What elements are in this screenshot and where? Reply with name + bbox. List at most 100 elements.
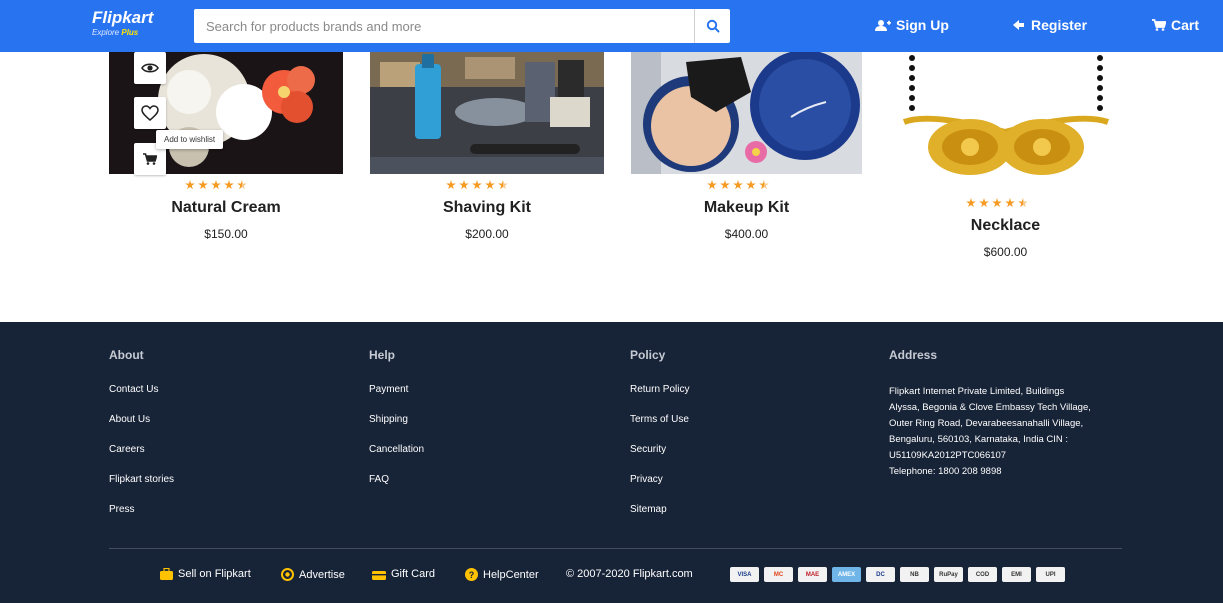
help-icon: ? [465,568,478,581]
star-icon [198,180,208,190]
payment-cod-icon: COD [968,567,997,582]
star-icon [472,180,482,190]
user-icon [875,20,891,31]
star-icon [720,180,730,190]
star-icon [459,180,469,190]
payment-emi-icon: EMI [1002,567,1031,582]
gift-card-link[interactable]: Gift Card [372,568,435,580]
star-icon [211,180,221,190]
payment-netbanking-icon: NB [900,567,929,582]
advertise-label: Advertise [299,568,345,581]
star-circle-icon [281,568,294,581]
footer-link[interactable]: Shipping [369,414,424,425]
gift-card-label: Gift Card [391,568,436,580]
footer-address-column: Address Flipkart Internet Private Limite… [889,348,1091,480]
footer-heading: About [109,348,144,362]
product-name[interactable]: Necklace [890,217,1121,235]
footer-link[interactable]: Sitemap [630,504,689,515]
product-name[interactable]: Shaving Kit [370,199,604,217]
product-price: $150.00 [204,227,248,241]
advertise-link[interactable]: Advertise [281,568,345,581]
footer-link[interactable]: Contact Us [109,384,174,395]
top-navbar: Flipkart Explore Plus Sign Up Register [0,0,1223,52]
payment-methods: VISA MC MAE AMEX DC NB RuPay COD EMI UPI [730,567,1065,582]
site-footer: About Contact Us About Us Careers Flipka… [0,322,1223,603]
sell-label: Sell on Flipkart [178,568,251,580]
footer-heading: Address [889,348,938,362]
footer-heading: Policy [630,348,666,362]
sell-on-flipkart-link[interactable]: Sell on Flipkart [160,568,251,580]
rating-stars [966,198,1028,208]
address-line: Telephone: 1800 208 9898 [889,466,1002,477]
shaving-kit-photo [370,52,604,174]
product-image-shaving-kit[interactable] [370,52,604,174]
product-image-makeup-kit[interactable] [631,52,862,174]
half-star-icon [759,180,769,190]
footer-link[interactable]: Press [109,504,174,515]
address-line: Alyssa, Begonia & Clove Embassy Tech Vil… [889,402,1091,413]
flipkart-logo[interactable]: Flipkart Explore Plus [92,8,154,38]
half-star-icon [498,180,508,190]
product-name[interactable]: Natural Cream [109,199,343,217]
star-icon [979,198,989,208]
footer-link[interactable]: Terms of Use [630,414,689,425]
heart-icon [141,105,159,121]
necklace-photo [890,52,1121,194]
footer-link[interactable]: Return Policy [630,384,689,395]
product-name[interactable]: Makeup Kit [631,199,862,217]
footer-heading: Help [369,348,396,362]
star-icon [1005,198,1015,208]
search-icon [706,19,719,33]
star-icon [485,180,495,190]
help-center-label: HelpCenter [483,568,539,581]
register-label: Register [1031,17,1088,33]
rating-stars [707,180,769,190]
footer-link[interactable]: Cancellation [369,444,424,455]
search-input[interactable] [194,9,694,43]
briefcase-icon [160,568,173,580]
payment-mastercard-icon: MC [764,567,793,582]
star-icon [446,180,456,190]
star-icon [224,180,234,190]
rating-stars [185,180,247,190]
search-bar [194,9,730,43]
payment-rupay-icon: RuPay [934,567,963,582]
footer-link[interactable]: About Us [109,414,174,425]
product-image-necklace[interactable] [890,52,1121,194]
star-icon [966,198,976,208]
quick-view-button[interactable] [134,52,166,84]
register-link[interactable]: Register [1013,17,1087,33]
gift-icon [372,571,386,580]
footer-link[interactable]: Careers [109,444,174,455]
help-center-link[interactable]: ? HelpCenter [465,568,539,581]
cart-icon [143,153,157,165]
search-button[interactable] [694,9,730,43]
footer-link[interactable]: Privacy [630,474,689,485]
wishlist-tooltip: Add to wishlist [156,130,224,149]
footer-link[interactable]: Flipkart stories [109,474,174,485]
cart-label: Cart [1171,17,1200,33]
half-star-icon [1018,198,1028,208]
half-star-icon [237,180,247,190]
makeup-kit-photo [631,52,862,174]
payment-visa-icon: VISA [730,567,759,582]
payment-amex-icon: AMEX [832,567,861,582]
wishlist-button[interactable] [134,97,166,129]
star-icon [746,180,756,190]
logo-name: Flipkart [92,8,154,27]
cart-icon [1152,19,1166,31]
sign-up-label: Sign Up [896,17,949,33]
address-line: Bengaluru, 560103, Karnataka, India CIN … [889,434,1069,445]
cart-link[interactable]: Cart [1152,17,1199,33]
payment-diners-icon: DC [866,567,895,582]
product-price: $600.00 [983,245,1028,259]
star-icon [707,180,717,190]
sign-up-link[interactable]: Sign Up [875,17,949,33]
footer-link[interactable]: FAQ [369,474,424,485]
footer-link[interactable]: Payment [369,384,424,395]
footer-help-column: Help Payment Shipping Cancellation FAQ [369,348,424,504]
logo-tagline: Explore Plus [92,28,139,37]
footer-policy-column: Policy Return Policy Terms of Use Securi… [630,348,689,534]
footer-link[interactable]: Security [630,444,689,455]
payment-maestro-icon: MAE [798,567,827,582]
